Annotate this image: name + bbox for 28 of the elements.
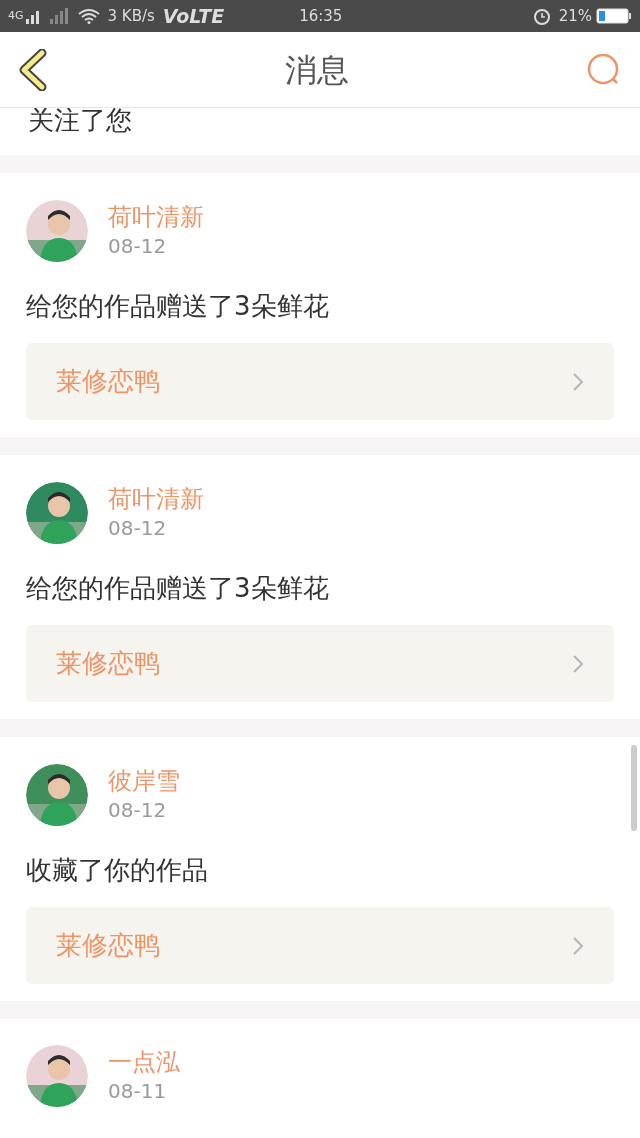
battery-percent: 21% xyxy=(558,5,592,27)
work-link[interactable]: 莱修恋鸭 xyxy=(26,625,614,702)
message-text: 给您的作品赠送了3朵鲜花 xyxy=(26,290,330,322)
alarm-icon xyxy=(532,7,551,25)
clock: 16:35 xyxy=(299,5,343,27)
network-speed: 3 KB/s xyxy=(107,5,155,27)
message-date: 08-11 xyxy=(108,1078,168,1105)
chevron-right-icon xyxy=(572,935,584,956)
user-name[interactable]: 彼岸雪 xyxy=(108,766,180,796)
work-link[interactable]: 莱修恋鸭 xyxy=(26,907,614,984)
battery-icon xyxy=(596,8,632,24)
user-name[interactable]: 一点泓 xyxy=(108,1047,180,1077)
message-date: 08-12 xyxy=(108,233,168,260)
network-type: 4G xyxy=(8,7,24,24)
chevron-right-icon xyxy=(572,653,584,674)
volte-label: VoLTE xyxy=(162,3,225,29)
message-text: 收藏了你的作品 xyxy=(26,854,209,886)
signal-icon xyxy=(25,7,70,25)
user-name[interactable]: 荷叶清新 xyxy=(108,202,204,232)
user-name[interactable]: 荷叶清新 xyxy=(108,484,204,514)
wifi-icon xyxy=(77,8,100,24)
message-date: 08-12 xyxy=(108,515,168,542)
back-icon[interactable] xyxy=(18,48,48,91)
work-link[interactable]: 莱修恋鸭 xyxy=(26,343,614,420)
message-date: 08-12 xyxy=(108,797,168,824)
chevron-right-icon xyxy=(572,371,584,392)
page-title: 消息 xyxy=(285,49,349,91)
message-text: 给您的作品赠送了3朵鲜花 xyxy=(26,572,330,604)
